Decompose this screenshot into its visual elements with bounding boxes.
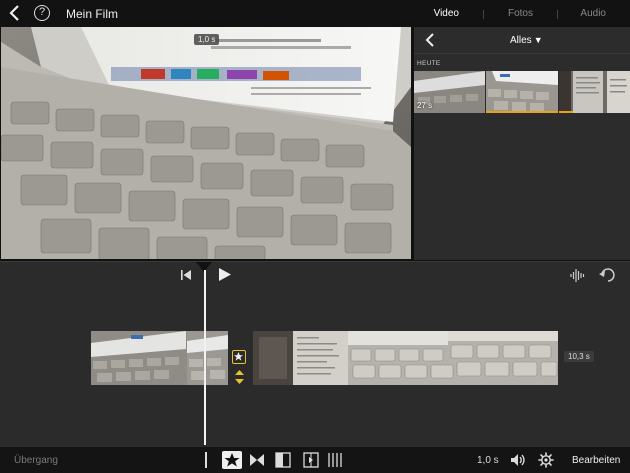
transition-crossfade-icon[interactable] [248,451,266,469]
transition-slide-icon[interactable] [274,451,292,469]
media-clip-thumbnail[interactable] [559,71,630,113]
transition-duration-value[interactable]: 1,0 s [477,455,499,466]
tab-fotos[interactable]: Fotos [508,8,533,19]
clip-duration-badge: 1,0 s [194,34,220,45]
tab-divider [483,10,484,19]
video-viewer[interactable]: 1,0 s [1,27,411,259]
media-browser: Alles ▼ HEUTE 27 s [414,27,630,260]
speaker-icon[interactable] [510,453,526,467]
help-button[interactable]: ? [34,5,50,21]
back-chevron-icon[interactable] [6,3,24,23]
media-clip-thumbnail[interactable]: 27 s [414,71,485,113]
top-bar: ? Mein Film Video Fotos Audio [0,0,630,27]
timeline-clip[interactable] [253,331,558,385]
skip-to-start-icon[interactable] [180,269,192,281]
play-icon[interactable] [218,267,232,282]
transition-star-button[interactable] [232,350,246,364]
browser-back-chevron-icon[interactable] [424,32,436,48]
browser-header: Alles ▼ [414,27,630,54]
clip-duration-label: 27 s [417,101,433,110]
tab-audio[interactable]: Audio [580,8,606,19]
transition-wipe-icon[interactable] [302,451,320,469]
project-title: Mein Film [66,7,119,21]
edit-button[interactable]: Bearbeiten [572,455,620,466]
clip-thumbnail-image [559,71,630,113]
album-filter-label: Alles [510,35,532,46]
used-indicator-bar [486,111,558,113]
section-header: HEUTE [417,60,441,67]
gear-icon[interactable] [538,452,554,468]
bottom-toolbar: Übergang 1,0 s Bearbeiten [0,447,630,473]
timeline[interactable]: 10,3 s [0,261,630,447]
star-icon [234,352,243,361]
video-frame-image [1,27,411,259]
transition-label: Übergang [14,455,58,466]
clip-thumbnail-image [486,71,558,113]
playhead-line[interactable] [204,270,206,445]
media-clip-thumbnail[interactable] [486,71,558,113]
star-icon [224,453,240,467]
undo-icon[interactable] [598,268,615,283]
transition-expand-arrows-icon[interactable] [234,369,245,385]
tab-divider [557,10,558,19]
timeline-clip-thumbnail [253,331,558,385]
audio-waveform-icon[interactable] [570,268,586,283]
timeline-clip[interactable] [91,331,228,385]
album-filter-dropdown[interactable]: Alles ▼ [510,35,543,46]
transition-dissolve-icon[interactable] [326,451,344,469]
transition-none-button[interactable] [222,451,242,469]
timeline-clip-thumbnail [91,331,228,385]
split-marker-icon[interactable] [202,451,210,469]
tab-video[interactable]: Video [434,8,459,19]
clip-strip: 27 s [414,71,630,113]
caret-down-icon: ▼ [533,35,543,45]
used-indicator-bar [559,111,573,113]
clip-end-duration-badge: 10,3 s [564,351,594,362]
